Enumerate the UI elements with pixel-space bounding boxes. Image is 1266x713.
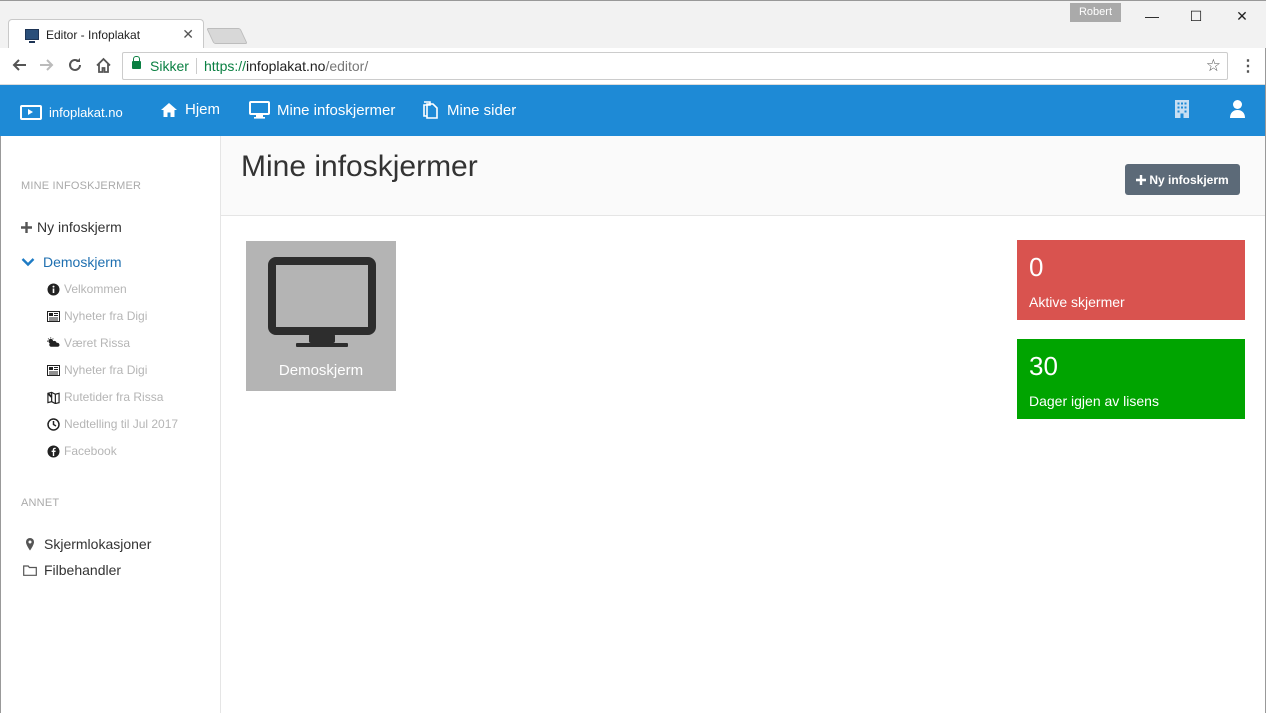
profile-button[interactable]: Robert — [1070, 3, 1121, 22]
sidebar-item-locations-label: Skjermlokasjoner — [44, 536, 152, 552]
browser-menu-icon[interactable]: ⋮ — [1240, 56, 1256, 76]
nav-screens[interactable]: Mine infoskjermer — [249, 101, 395, 119]
nav-pages-label: Mine sider — [447, 102, 517, 119]
sidebar-page-item[interactable]: Været Rissa — [47, 336, 130, 350]
new-screen-button[interactable]: Ny infoskjerm — [1125, 164, 1240, 195]
sidebar-page-label: Nyheter fra Digi — [64, 309, 148, 323]
map-marker-icon — [26, 537, 34, 550]
address-bar-row: Sikker https://infoplakat.no/editor/ ☆ ⋮ — [0, 48, 1266, 85]
new-tab-button[interactable] — [206, 28, 248, 44]
sidebar-heading-other: ANNET — [21, 497, 60, 509]
window-close-button[interactable]: ✕ — [1232, 6, 1252, 26]
sidebar-item-demoskjerm[interactable]: Demoskjerm — [21, 254, 122, 270]
lock-icon — [132, 56, 141, 69]
sidebar-item-demoskjerm-label: Demoskjerm — [43, 254, 122, 270]
page-title: Mine infoskjermer — [241, 150, 478, 183]
monitor-icon — [249, 101, 270, 119]
sidebar-page-item[interactable]: Nyheter fra Digi — [47, 363, 147, 377]
url-text: https://infoplakat.no/editor/ — [204, 58, 369, 74]
sidebar-item-files[interactable]: Filbehandler — [23, 562, 121, 578]
stat-active-screens: 0 Aktive skjermer — [1017, 240, 1245, 320]
forward-icon[interactable] — [37, 57, 57, 77]
sidebar-page-label: Nedtelling til Jul 2017 — [64, 417, 179, 431]
brand-link[interactable]: infoplakat.no — [20, 102, 123, 122]
screen-card[interactable]: Demoskjerm — [246, 241, 396, 391]
sidebar-page-item[interactable]: Velkommen — [47, 282, 127, 296]
weather-icon — [47, 337, 60, 350]
brand-logo-icon — [20, 104, 42, 120]
stat-value: 0 — [1029, 252, 1044, 282]
sidebar-page-label: Velkommen — [64, 282, 127, 296]
brand-name: infoplakat.no — [49, 104, 123, 120]
sidebar: MINE INFOSKJERMER Ny infoskjerm Demoskje… — [0, 136, 221, 713]
nav-home[interactable]: Hjem — [160, 101, 220, 118]
stat-label: Aktive skjermer — [1029, 294, 1125, 310]
home-icon — [161, 102, 177, 117]
tab-close-icon[interactable]: ✕ — [182, 26, 194, 43]
pages-icon — [423, 101, 438, 119]
window-minimize-button[interactable]: — — [1142, 6, 1162, 26]
stat-value: 30 — [1029, 351, 1058, 381]
nav-home-label: Hjem — [185, 101, 221, 118]
sidebar-page-item[interactable]: Rutetider fra Rissa — [47, 390, 163, 404]
page-header: Mine infoskjermer Ny infoskjerm — [221, 136, 1266, 216]
browser-titlebar: Editor - Infoplakat ✕ Robert — ☐ ✕ — [0, 0, 1266, 50]
sidebar-heading: MINE INFOSKJERMER — [21, 180, 142, 192]
sidebar-item-files-label: Filbehandler — [44, 562, 122, 578]
plus-icon — [21, 221, 32, 233]
screen-card-label: Demoskjerm — [278, 362, 364, 379]
building-icon[interactable] — [1174, 99, 1190, 124]
stat-license-days: 30 Dager igjen av lisens — [1017, 339, 1245, 419]
new-screen-button-label: Ny infoskjerm — [1149, 172, 1229, 187]
sidebar-item-new-screen[interactable]: Ny infoskjerm — [21, 219, 122, 235]
home-browser-icon[interactable] — [93, 57, 113, 77]
security-label: Sikker — [150, 58, 189, 74]
reload-icon[interactable] — [65, 57, 85, 77]
map-icon — [47, 391, 60, 404]
sidebar-page-label: Facebook — [64, 444, 117, 458]
window-maximize-button[interactable]: ☐ — [1186, 6, 1206, 26]
nav-pages[interactable]: Mine sider — [421, 101, 516, 120]
news-icon — [47, 310, 60, 323]
info-icon — [47, 283, 60, 296]
nav-screens-label: Mine infoskjermer — [277, 101, 396, 119]
omnibox-divider — [196, 58, 197, 74]
clock-icon — [47, 417, 60, 431]
sidebar-page-item[interactable]: Nedtelling til Jul 2017 — [47, 417, 178, 431]
chevron-down-icon — [21, 258, 35, 267]
favicon-icon — [25, 29, 39, 43]
bookmark-star-icon[interactable]: ☆ — [1206, 56, 1221, 76]
stat-label: Dager igjen av lisens — [1029, 393, 1159, 409]
sidebar-page-label: Nyheter fra Digi — [64, 363, 148, 377]
user-icon[interactable] — [1229, 99, 1246, 124]
sidebar-page-item[interactable]: Nyheter fra Digi — [47, 309, 147, 323]
app-navbar: infoplakat.no Hjem Mine infoskjermer Min… — [0, 85, 1266, 136]
plus-icon — [1136, 174, 1147, 185]
sidebar-page-label: Været Rissa — [64, 336, 131, 350]
sidebar-item-new-screen-label: Ny infoskjerm — [37, 219, 122, 235]
facebook-icon — [47, 445, 60, 458]
tab-title: Editor - Infoplakat — [46, 28, 141, 42]
sidebar-page-label: Rutetider fra Rissa — [64, 390, 164, 404]
browser-tab[interactable]: Editor - Infoplakat ✕ — [8, 19, 204, 50]
monitor-icon — [268, 257, 376, 347]
folder-icon — [23, 564, 37, 576]
sidebar-item-locations[interactable]: Skjermlokasjoner — [25, 536, 151, 552]
sidebar-page-item[interactable]: Facebook — [47, 444, 117, 458]
url-input[interactable]: Sikker https://infoplakat.no/editor/ ☆ — [122, 52, 1228, 80]
news-icon — [47, 364, 60, 377]
back-icon[interactable] — [9, 57, 29, 77]
